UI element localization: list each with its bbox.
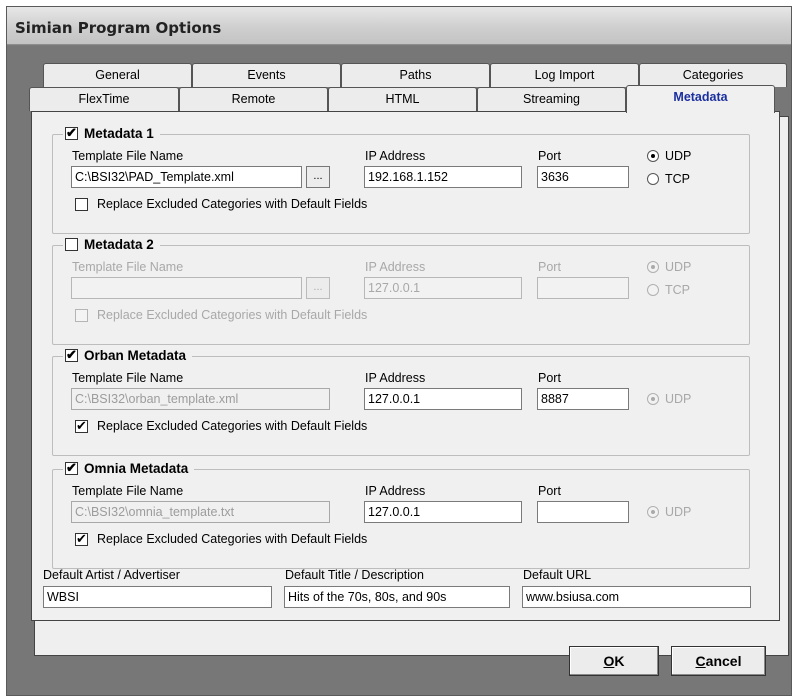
orban-port-field[interactable]: 8887 (537, 388, 629, 410)
metadata2-enable-checkbox[interactable] (65, 238, 78, 251)
metadata1-replace-checkbox[interactable]: Replace Excluded Categories with Default… (75, 197, 367, 211)
radio-dot (647, 150, 659, 162)
default-url-label: Default URL (523, 568, 592, 582)
default-artist-field[interactable]: WBSI (43, 586, 272, 608)
options-window: Simian Program Options General Events Pa… (6, 6, 792, 696)
radio-dot (647, 506, 659, 518)
replace-label: Replace Excluded Categories with Default… (97, 197, 368, 211)
orban-title: Orban Metadata (84, 348, 187, 363)
metadata2-ip-field[interactable]: 127.0.0.1 (364, 277, 522, 299)
metadata2-replace-checkbox[interactable]: Replace Excluded Categories with Default… (75, 308, 367, 322)
radio-dot (647, 261, 659, 273)
dialog-client-area: General Events Paths Log Import Categori… (7, 46, 791, 695)
omnia-enable-checkbox[interactable] (65, 460, 78, 476)
omnia-port-field[interactable] (537, 501, 629, 523)
metadata-panel: Metadata 1 Template File Name C:\BSI32\P… (31, 111, 780, 621)
metadata2-ip-label: IP Address (365, 260, 426, 274)
tab-paths[interactable]: Paths (341, 63, 490, 87)
metadata2-group: Metadata 2 Template File Name ... IP Add… (52, 237, 750, 345)
replace-label: Replace Excluded Categories with Default… (97, 532, 368, 546)
checkbox-box (75, 197, 88, 211)
title-bar[interactable]: Simian Program Options (7, 7, 791, 45)
tab-streaming[interactable]: Streaming (477, 87, 626, 111)
replace-label: Replace Excluded Categories with Default… (97, 419, 368, 433)
metadata1-port-field[interactable]: 3636 (537, 166, 629, 188)
tab-events[interactable]: Events (192, 63, 341, 87)
udp-label: UDP (665, 392, 692, 406)
ok-label: K (614, 653, 625, 669)
metadata2-template-field[interactable] (71, 277, 302, 299)
omnia-header: Omnia Metadata (63, 460, 195, 476)
tab-html[interactable]: HTML (328, 87, 477, 111)
udp-label: UDP (665, 505, 692, 519)
cancel-label: ancel (705, 653, 742, 669)
udp-label: UDP (665, 149, 692, 163)
radio-dot (647, 393, 659, 405)
metadata1-template-field[interactable]: C:\BSI32\PAD_Template.xml (71, 166, 302, 188)
orban-replace-checkbox[interactable]: Replace Excluded Categories with Default… (75, 418, 368, 434)
omnia-port-label: Port (538, 484, 561, 498)
metadata1-header: Metadata 1 (63, 125, 160, 141)
orban-group: Orban Metadata Template File Name C:\BSI… (52, 347, 750, 456)
orban-template-field: C:\BSI32\orban_template.xml (71, 388, 330, 410)
omnia-ip-label: IP Address (365, 484, 426, 498)
tcp-label: TCP (665, 172, 690, 186)
tcp-label: TCP (665, 283, 690, 297)
omnia-title: Omnia Metadata (84, 461, 189, 476)
tab-flextime[interactable]: FlexTime (29, 87, 179, 111)
metadata2-browse-button[interactable]: ... (306, 277, 330, 299)
metadata1-title: Metadata 1 (84, 126, 154, 141)
orban-header: Orban Metadata (63, 347, 193, 363)
metadata1-ip-field[interactable]: 192.168.1.152 (364, 166, 522, 188)
metadata1-tcp-radio[interactable]: TCP (647, 172, 690, 186)
ok-button[interactable]: OK (569, 646, 659, 676)
metadata2-header: Metadata 2 (63, 237, 160, 252)
cancel-hotkey: C (695, 653, 706, 669)
metadata2-title: Metadata 2 (84, 237, 154, 252)
tab-log-import[interactable]: Log Import (490, 63, 639, 87)
metadata1-ip-label: IP Address (365, 149, 426, 163)
radio-dot (647, 173, 659, 185)
orban-udp-radio[interactable]: UDP (647, 392, 691, 406)
orban-port-label: Port (538, 371, 561, 385)
orban-ip-field[interactable]: 127.0.0.1 (364, 388, 522, 410)
omnia-group: Omnia Metadata Template File Name C:\BSI… (52, 460, 750, 569)
omnia-template-label: Template File Name (72, 484, 184, 498)
omnia-replace-checkbox[interactable]: Replace Excluded Categories with Default… (75, 531, 368, 547)
metadata2-port-field[interactable] (537, 277, 629, 299)
checkbox-box (75, 531, 88, 547)
metadata1-group: Metadata 1 Template File Name C:\BSI32\P… (52, 125, 750, 234)
tab-remote[interactable]: Remote (179, 87, 328, 111)
tab-general[interactable]: General (43, 63, 192, 87)
metadata2-template-label: Template File Name (72, 260, 184, 274)
metadata1-template-label: Template File Name (72, 149, 184, 163)
omnia-template-field: C:\BSI32\omnia_template.txt (71, 501, 330, 523)
metadata1-enable-checkbox[interactable] (65, 125, 78, 141)
udp-label: UDP (665, 260, 692, 274)
cancel-button[interactable]: Cancel (671, 646, 766, 676)
checkbox-box (75, 308, 88, 322)
default-title-field[interactable]: Hits of the 70s, 80s, and 90s (284, 586, 510, 608)
metadata1-udp-radio[interactable]: UDP (647, 149, 691, 163)
radio-dot (647, 284, 659, 296)
tab-categories[interactable]: Categories (639, 63, 787, 87)
default-title-label: Default Title / Description (285, 568, 424, 582)
orban-enable-checkbox[interactable] (65, 347, 78, 363)
orban-template-label: Template File Name (72, 371, 184, 385)
metadata2-tcp-radio[interactable]: TCP (647, 283, 690, 297)
tab-metadata[interactable]: Metadata (626, 85, 775, 113)
replace-label: Replace Excluded Categories with Default… (97, 308, 368, 322)
orban-ip-label: IP Address (365, 371, 426, 385)
metadata2-port-label: Port (538, 260, 561, 274)
metadata2-udp-radio[interactable]: UDP (647, 260, 691, 274)
ok-hotkey: O (603, 653, 615, 669)
omnia-ip-field[interactable]: 127.0.0.1 (364, 501, 522, 523)
default-artist-label: Default Artist / Advertiser (43, 568, 180, 582)
metadata1-browse-button[interactable]: ... (306, 166, 330, 188)
default-url-field[interactable]: www.bsiusa.com (522, 586, 751, 608)
omnia-udp-radio[interactable]: UDP (647, 505, 691, 519)
checkbox-box (75, 418, 88, 434)
window-title: Simian Program Options (15, 19, 222, 37)
metadata1-port-label: Port (538, 149, 561, 163)
